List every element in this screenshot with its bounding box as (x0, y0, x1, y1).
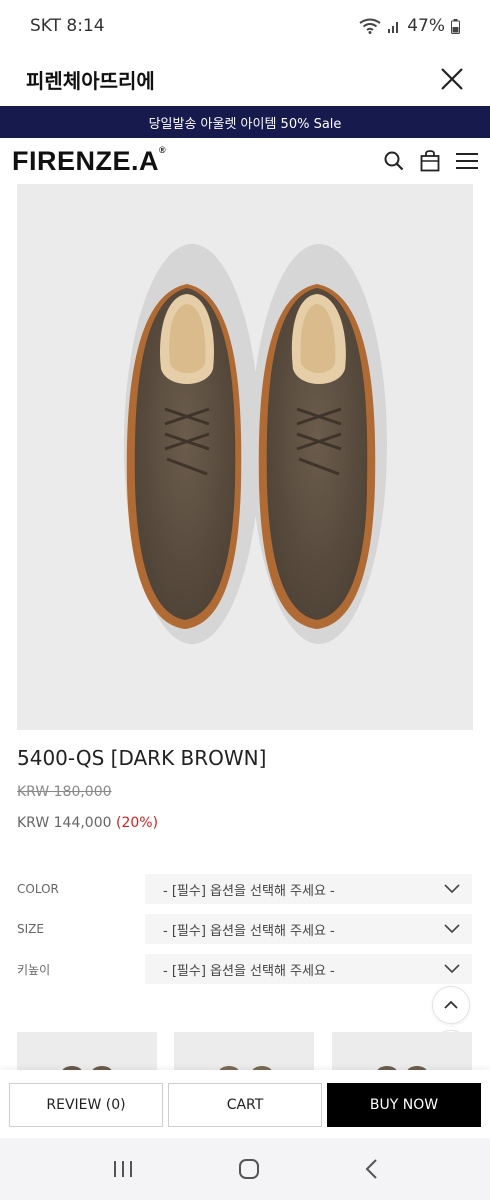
buy-now-button[interactable]: BUY NOW (327, 1083, 481, 1127)
shoes-illustration (124, 244, 387, 644)
app-title: 피렌체아뜨리에 (26, 68, 155, 93)
registered-mark: ® (159, 144, 167, 155)
brand-logo[interactable]: FIRENZE.A® (12, 144, 384, 176)
home-icon[interactable] (238, 1158, 260, 1180)
product-title: 5400-QS [DARK BROWN] (17, 746, 267, 770)
review-button[interactable]: REVIEW (0) (9, 1083, 163, 1127)
option-label-color: COLOR (17, 882, 59, 896)
sale-price-line: KRW 144,000 (20%) (17, 815, 158, 831)
original-price: KRW 180,000 (17, 784, 112, 800)
height-select[interactable]: - [필수] 옵션을 선택해 주세요 - (145, 954, 472, 984)
status-bar: SKT 8:14 47% (0, 0, 490, 52)
battery-level: 47% (407, 16, 445, 36)
chevron-up-icon (444, 1000, 458, 1009)
header-icons (384, 150, 478, 172)
recent-apps-icon[interactable] (112, 1159, 134, 1179)
color-select[interactable]: - [필수] 옵션을 선택해 주세요 - (145, 874, 472, 904)
status-icons: 47% (359, 16, 460, 36)
size-select[interactable]: - [필수] 옵션을 선택해 주세요 - (145, 914, 472, 944)
search-icon[interactable] (384, 151, 404, 171)
menu-icon[interactable] (456, 152, 478, 170)
wifi-icon (359, 18, 381, 34)
promo-banner[interactable]: 당일발송 아울렛 아이템 50% Sale (0, 106, 490, 138)
battery-icon (451, 18, 460, 34)
chevron-down-icon (444, 924, 460, 934)
close-icon[interactable] (440, 67, 464, 91)
signal-icon (388, 22, 399, 33)
site-header: FIRENZE.A® (0, 138, 490, 184)
option-row-color: COLOR - [필수] 옵션을 선택해 주세요 - (17, 874, 472, 904)
chevron-down-icon (444, 884, 460, 894)
page: SKT 8:14 47% 피렌체아뜨리에 당일발송 아울렛 아이템 50% Sa… (0, 0, 490, 1200)
size-select-placeholder: - [필수] 옵션을 선택해 주세요 - (163, 923, 335, 939)
logo-text: FIRENZE.A (12, 145, 160, 176)
product-image[interactable] (17, 184, 473, 730)
app-header: 피렌체아뜨리에 (0, 52, 490, 106)
bottom-action-bar: REVIEW (0) CART BUY NOW (0, 1070, 490, 1138)
promo-text: 당일발송 아울렛 아이템 50% Sale (148, 116, 342, 132)
shopping-bag-icon[interactable] (420, 150, 440, 172)
option-row-size: SIZE - [필수] 옵션을 선택해 주세요 - (17, 914, 472, 944)
option-label-size: SIZE (17, 922, 44, 936)
scroll-up-button[interactable] (432, 986, 470, 1024)
back-icon[interactable] (364, 1158, 378, 1180)
option-row-height: 키높이 - [필수] 옵션을 선택해 주세요 - (17, 954, 472, 984)
discount-percent: (20%) (115, 815, 159, 831)
system-nav-bar (0, 1138, 490, 1200)
chevron-down-icon (444, 964, 460, 974)
color-select-placeholder: - [필수] 옵션을 선택해 주세요 - (163, 883, 335, 899)
sale-price: KRW 144,000 (17, 815, 112, 831)
height-select-placeholder: - [필수] 옵션을 선택해 주세요 - (163, 963, 335, 979)
option-label-height: 키높이 (17, 962, 51, 977)
carrier-time: SKT 8:14 (30, 16, 105, 36)
cart-button[interactable]: CART (168, 1083, 322, 1127)
